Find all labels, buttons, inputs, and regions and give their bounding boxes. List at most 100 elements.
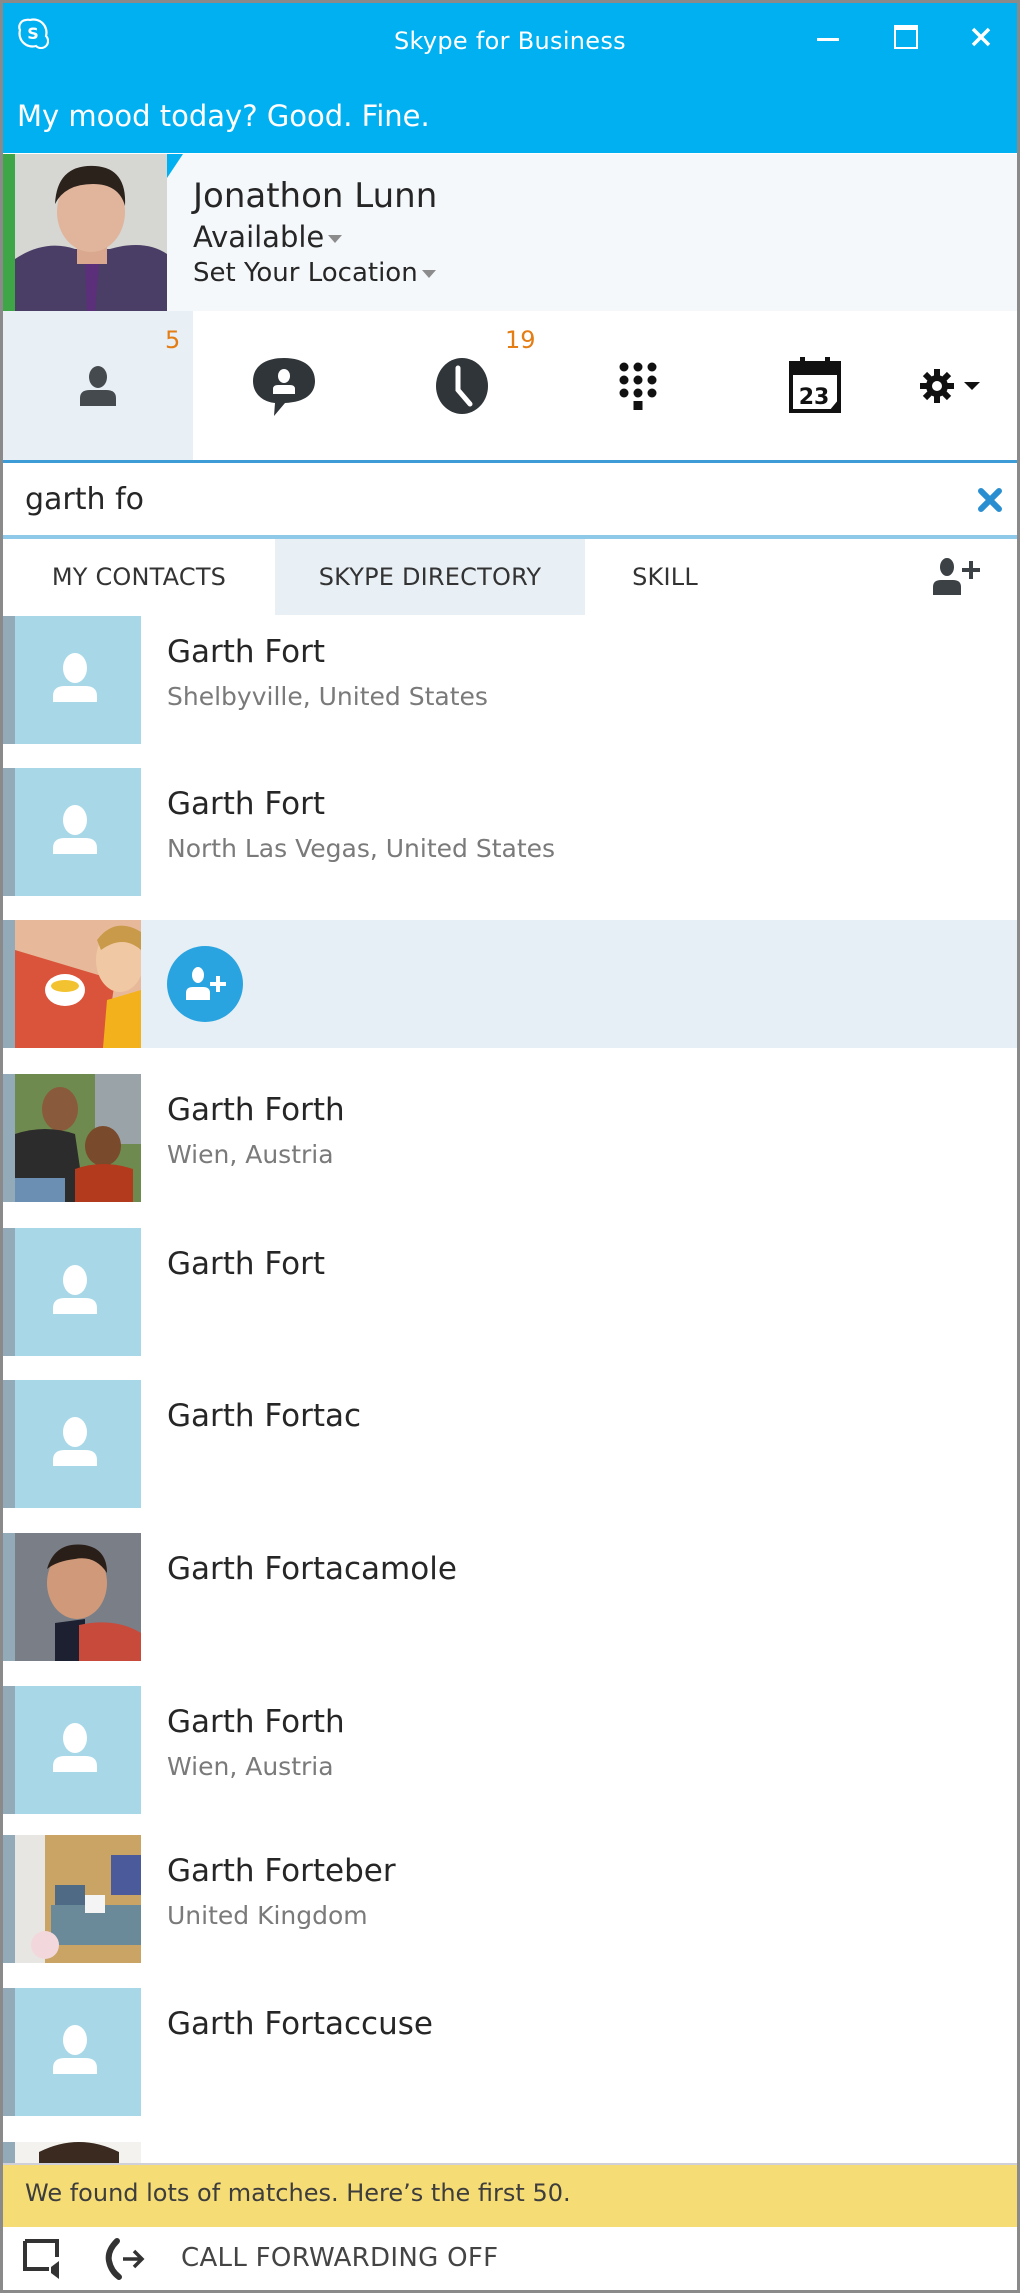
profile-avatar[interactable] [15,154,167,311]
contact-name: Garth Fort [167,1246,326,1282]
contact-avatar[interactable] [15,1074,141,1202]
profile-name: Jonathon Lunn [193,176,438,216]
presence-stripe [3,768,15,896]
presence-stripe [3,1380,15,1508]
add-contact-icon[interactable] [929,557,981,597]
presence-stripe [3,2142,15,2163]
location-label: Set Your Location [193,258,418,288]
tab-skill[interactable]: SKILL [585,539,745,615]
tab-dialpad[interactable] [543,311,733,460]
close-icon [971,27,991,47]
mood-message[interactable]: My mood today? Good. Fine. [17,99,430,133]
device-audio-icon[interactable] [21,2237,67,2281]
contact-avatar[interactable] [15,1533,141,1661]
default-avatar-icon[interactable] [15,616,141,744]
calendar-day: 23 [799,385,830,410]
profile-panel: Jonathon Lunn Available Set Your Locatio… [3,154,1017,311]
result-row[interactable]: Garth Fortaccuse [3,1988,1017,2116]
title-bar: S Skype for Business My mood today? Good… [3,3,1017,153]
minimize-icon [817,38,839,41]
chevron-down-icon [328,235,343,243]
tab-skype-directory[interactable]: SKYPE DIRECTORY [275,539,585,615]
contact-name: Garth Forth [167,1092,345,1128]
clear-search-icon[interactable] [973,483,1007,517]
contact-location: Shelbyville, United States [167,682,488,711]
window-title: Skype for Business [394,27,626,55]
contact-name: Garth Fortac [167,1398,362,1434]
presence-stripe [3,1533,15,1661]
call-forwarding-status[interactable]: CALL FORWARDING OFF [181,2243,498,2273]
presence-stripe [3,1074,15,1202]
header-corner-decoration [167,154,183,178]
chevron-down-icon [964,381,980,390]
presence-status-dropdown[interactable]: Available [193,220,343,254]
contact-name: Garth Fortacamole [167,1551,457,1587]
result-row[interactable]: Garth Fort Shelbyville, United States [3,616,1017,744]
result-row[interactable]: Garth Forth Wien, Austria [3,1686,1017,1814]
main-nav: 5 19 23 [3,311,1017,463]
default-avatar-icon[interactable] [15,1988,141,2116]
conversations-icon [253,357,315,416]
presence-stripe [3,1686,15,1814]
presence-stripe [3,920,15,1048]
contact-location: North Las Vegas, United States [167,834,556,863]
contact-location: Wien, Austria [167,1140,334,1169]
result-row[interactable]: Garth Forteber United Kingdom [3,1835,1017,1963]
tab-my-contacts[interactable]: MY CONTACTS [3,539,275,615]
default-avatar-icon[interactable] [15,768,141,896]
close-button[interactable] [956,17,1006,57]
skype-window: S Skype for Business My mood today? Good… [3,3,1017,2290]
add-to-contacts-button[interactable] [167,946,243,1022]
default-avatar-icon[interactable] [15,1228,141,1356]
result-row[interactable]: Garth Fort North Las Vegas, United States [3,768,1017,896]
tab-history[interactable]: 19 [367,311,557,460]
minimize-button[interactable] [803,17,853,57]
results-notice: We found lots of matches. Here’s the fir… [3,2163,1017,2227]
history-clock-icon [436,357,488,414]
result-row[interactable] [3,2142,1017,2163]
result-row[interactable]: Garth Forth Wien, Austria [3,1074,1017,1202]
tab-settings[interactable] [883,311,1017,460]
result-row[interactable]: Garth Fort [3,1228,1017,1356]
contact-name: Garth Forth [167,1704,345,1740]
contact-avatar[interactable] [15,1835,141,1963]
presence-stripe [3,1228,15,1356]
tab-contacts[interactable]: 5 [3,311,193,460]
contact-location: United Kingdom [167,1901,368,1930]
contact-name: Garth Fort [167,634,326,670]
tab-conversations[interactable] [189,311,379,460]
search-bar [3,463,1017,539]
presence-indicator [3,154,15,311]
contact-name: Garth Forteber [167,1853,396,1889]
chevron-down-icon [421,269,436,278]
search-results-list: Garth Fort Shelbyville, United States Gart… [3,613,1017,2163]
status-footer: CALL FORWARDING OFF [3,2227,1017,2290]
contacts-badge: 5 [165,326,181,354]
result-row[interactable]: Garth Fortac [3,1380,1017,1508]
presence-stripe [3,1835,15,1963]
contact-name: Garth Fort [167,786,326,822]
location-dropdown[interactable]: Set Your Location [193,258,436,288]
dialpad-icon [619,362,657,410]
default-avatar-icon[interactable] [15,1686,141,1814]
presence-stripe [3,1988,15,2116]
call-forwarding-icon[interactable] [103,2237,149,2281]
add-contact-icon [186,967,226,1000]
default-avatar-icon[interactable] [15,1380,141,1508]
settings-gear-icon [920,368,954,403]
presence-status-label: Available [193,220,325,254]
maximize-icon [894,25,918,49]
contact-location: Wien, Austria [167,1752,334,1781]
meetings-calendar-icon: 23 [789,356,841,413]
contact-avatar[interactable] [15,920,141,1048]
search-scope-tabs: MY CONTACTS SKYPE DIRECTORY SKILL [3,539,1017,615]
result-row-selected[interactable] [3,920,1017,1048]
result-row[interactable]: Garth Fortacamole [3,1533,1017,1661]
contacts-icon [80,365,116,406]
contact-avatar[interactable] [15,2142,141,2163]
history-badge: 19 [505,326,536,354]
contact-name: Garth Fortaccuse [167,2006,433,2042]
presence-stripe [3,616,15,744]
search-input[interactable] [25,475,925,523]
maximize-button[interactable] [881,17,931,57]
